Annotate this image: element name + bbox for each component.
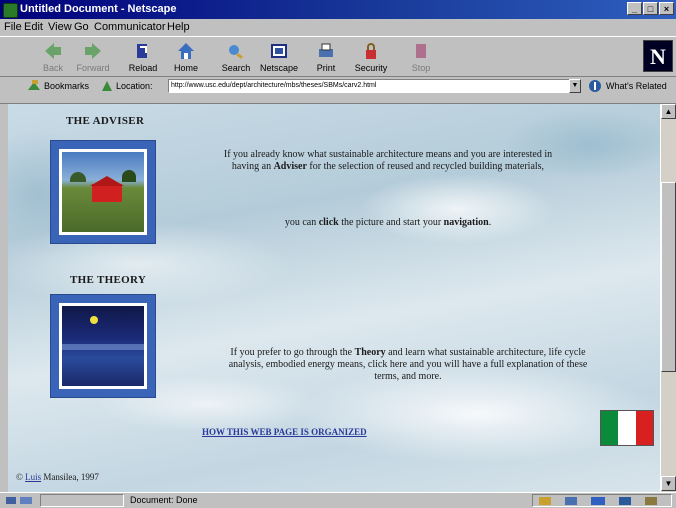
title-bar: Untitled Document - Netscape _ □ × <box>0 0 676 19</box>
adviser-picture <box>62 152 144 232</box>
click-instruction: you can click the picture and start your… <box>284 217 492 228</box>
bookmarks-icon <box>28 80 40 90</box>
netscape-button[interactable]: Netscape <box>256 39 302 75</box>
adviser-description: If you already know what sustainable arc… <box>223 149 553 172</box>
netscape-icon <box>271 44 287 58</box>
print-icon <box>319 43 333 57</box>
theory-description: If you prefer to go through the Theory a… <box>228 347 588 382</box>
minimize-button[interactable]: _ <box>627 2 642 15</box>
menu-bar: File Edit View Go Communicator Help <box>0 19 676 36</box>
security-icon <box>366 43 376 59</box>
forward-arrow-icon <box>85 43 101 59</box>
window-controls: _ □ × <box>627 2 674 15</box>
url-dropdown-button[interactable]: ▼ <box>569 79 581 93</box>
page-organization-link[interactable]: HOW THIS WEB PAGE IS ORGANIZED <box>202 427 367 437</box>
theory-picture <box>62 306 144 386</box>
flag-stripe-white <box>618 411 636 445</box>
stop-icon <box>416 44 426 58</box>
menu-communicator[interactable]: Communicator <box>94 21 166 33</box>
menu-view[interactable]: View <box>48 21 72 33</box>
scroll-thumb[interactable] <box>661 182 676 372</box>
scroll-down-button[interactable]: ▼ <box>661 476 676 491</box>
italian-flag-link[interactable] <box>600 410 654 446</box>
adviser-picture-link[interactable] <box>50 140 156 244</box>
status-text: Document: Done <box>130 495 198 505</box>
adviser-heading: THE ADVISER <box>66 115 145 127</box>
reload-icon <box>137 44 147 58</box>
netscape-logo[interactable]: N <box>643 40 673 72</box>
page-content: THE ADVISER THE THEORY If you already kn… <box>8 104 660 492</box>
window-title: Untitled Document - Netscape <box>20 3 177 15</box>
bookmarks-button[interactable]: Bookmarks <box>44 81 89 91</box>
print-button[interactable]: Print <box>303 39 349 75</box>
status-icons-panel <box>532 494 672 507</box>
author-link[interactable]: Luis <box>25 472 41 482</box>
reload-button[interactable]: Reload <box>120 39 166 75</box>
search-icon <box>229 45 243 59</box>
flag-stripe-red <box>635 411 653 445</box>
status-progress-panel <box>40 494 124 507</box>
vertical-scrollbar[interactable]: ▲ ▼ <box>660 104 676 492</box>
back-arrow-icon <box>45 43 61 59</box>
url-field[interactable]: http://www.usc.edu/dept/architecture/mbs… <box>168 79 573 93</box>
connection-icon <box>6 497 32 504</box>
scroll-up-button[interactable]: ▲ <box>661 104 676 119</box>
security-button[interactable]: Security <box>348 39 394 75</box>
whats-related-button[interactable]: What's Related <box>606 81 667 91</box>
theory-heading: THE THEORY <box>70 274 147 286</box>
home-icon <box>178 43 194 59</box>
toolbar-separator <box>0 96 676 104</box>
copyright-notice: © Luis Mansilea, 1997 <box>16 472 99 482</box>
menu-edit[interactable]: Edit <box>24 21 43 33</box>
status-bar: Document: Done <box>0 492 676 508</box>
component-bar-icons <box>539 497 657 505</box>
location-icon <box>102 81 112 91</box>
search-button[interactable]: Search <box>213 39 259 75</box>
stop-button[interactable]: Stop <box>398 39 444 75</box>
whats-related-icon <box>589 80 601 92</box>
close-button[interactable]: × <box>659 2 674 15</box>
flag-stripe-green <box>601 411 619 445</box>
navigation-toolbar: Back Forward Reload Home Search Netscape… <box>0 36 676 77</box>
forward-button[interactable]: Forward <box>70 39 116 75</box>
menu-go[interactable]: Go <box>74 21 89 33</box>
maximize-button[interactable]: □ <box>643 2 658 15</box>
netscape-app-icon <box>3 3 18 18</box>
menu-file[interactable]: File <box>4 21 22 33</box>
home-button[interactable]: Home <box>163 39 209 75</box>
location-bar: Bookmarks Location: http://www.usc.edu/d… <box>0 77 676 96</box>
location-label: Location: <box>116 81 153 91</box>
menu-help[interactable]: Help <box>167 21 190 33</box>
theory-picture-link[interactable] <box>50 294 156 398</box>
